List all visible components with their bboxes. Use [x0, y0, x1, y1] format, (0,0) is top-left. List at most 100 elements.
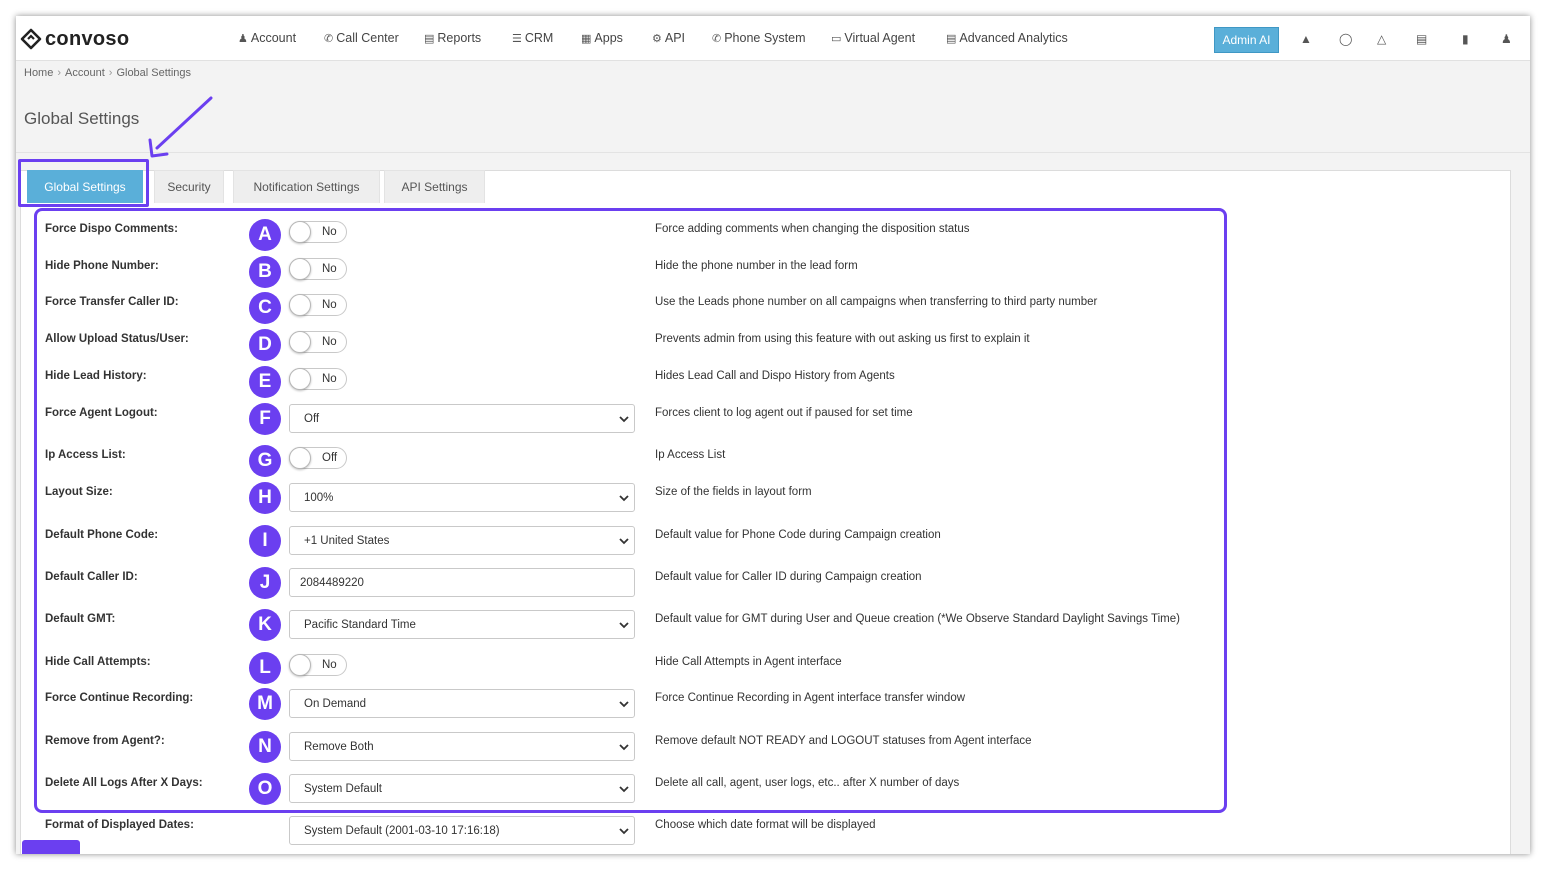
setting-select[interactable]: System Default (2001-03-10 17:16:18) [289, 816, 635, 845]
setting-label: Delete All Logs After X Days: [45, 777, 203, 789]
chevron-down-icon [619, 744, 629, 751]
nav-crm[interactable]: ☰ CRM [512, 31, 553, 45]
setting-toggle[interactable]: No [289, 368, 347, 390]
divider [16, 152, 1530, 153]
toggle-value: No [322, 373, 337, 385]
toggle-knob [289, 221, 311, 243]
setting-toggle[interactable]: No [289, 294, 347, 316]
select-value: On Demand [304, 698, 367, 710]
annotation-badge: A [249, 219, 281, 251]
setting-description: Hide the phone number in the lead form [655, 260, 858, 272]
setting-select[interactable]: On Demand [289, 689, 635, 718]
nav-api-label: API [664, 31, 686, 45]
setting-description: Hides Lead Call and Dispo History from A… [655, 370, 895, 382]
chevron-down-icon [619, 416, 629, 423]
messages-icon[interactable]: ▤ [1416, 32, 1427, 46]
annotation-badge: I [249, 525, 281, 557]
setting-label: Force Transfer Caller ID: [45, 296, 179, 308]
bell-icon[interactable]: ▲ [1300, 32, 1312, 46]
annotation-badge: G [249, 445, 281, 477]
setting-select[interactable]: +1 United States [289, 526, 635, 555]
annotation-badge: E [249, 366, 281, 398]
flask-icon[interactable]: △ [1377, 32, 1386, 46]
nav-crm-label: CRM [524, 31, 554, 45]
setting-label: Hide Phone Number: [45, 260, 159, 272]
select-value: System Default (2001-03-10 17:16:18) [304, 825, 500, 837]
setting-description: Forces client to log agent out if paused… [655, 407, 913, 419]
setting-select[interactable]: Pacific Standard Time [289, 610, 635, 639]
toggle-value: Off [322, 452, 338, 464]
setting-toggle[interactable]: Off [289, 447, 347, 469]
monitor-icon: ▭ [831, 33, 842, 45]
select-value: Remove Both [304, 741, 374, 753]
setting-toggle[interactable]: No [289, 258, 347, 280]
list-icon: ☰ [512, 33, 522, 45]
setting-label: Ip Access List: [45, 449, 126, 461]
corner-action-button[interactable] [22, 840, 80, 854]
convoso-logo[interactable]: convoso [20, 27, 129, 51]
chevron-down-icon [619, 538, 629, 545]
select-value: 100% [304, 492, 334, 504]
setting-select[interactable]: Off [289, 404, 635, 433]
setting-description: Hide Call Attempts in Agent interface [655, 656, 842, 668]
setting-select[interactable]: Remove Both [289, 732, 635, 761]
settings-panel [20, 170, 1511, 854]
annotation-badge: N [249, 731, 281, 763]
annotation-badge: H [249, 482, 281, 514]
nav-call-center[interactable]: ✆ Call Center [324, 31, 399, 45]
setting-toggle[interactable]: No [289, 331, 347, 353]
user-icon[interactable]: ♟ [1501, 32, 1512, 46]
annotation-badge: F [249, 403, 281, 435]
nav-advanced-analytics-label: Advanced Analytics [959, 31, 1068, 45]
setting-select[interactable]: 100% [289, 483, 635, 512]
convoso-logo-icon [20, 28, 42, 50]
setting-description: Default value for GMT during User and Qu… [655, 613, 1180, 625]
tab-highlight-box [18, 159, 149, 207]
select-value: Off [304, 413, 320, 425]
nav-phone-system[interactable]: ✆ Phone System [712, 31, 806, 45]
lightbulb-icon[interactable]: ◯ [1339, 32, 1352, 46]
setting-description: Choose which date format will be display… [655, 819, 876, 831]
nav-reports[interactable]: ▤ Reports [424, 31, 481, 45]
setting-description: Delete all call, agent, user logs, etc..… [655, 777, 960, 789]
nav-api[interactable]: ⚙ API [652, 31, 685, 45]
nav-account[interactable]: ♟ Account [238, 31, 296, 45]
nav-reports-label: Reports [437, 31, 482, 45]
setting-description: Use the Leads phone number on all campai… [655, 296, 1098, 308]
setting-toggle[interactable]: No [289, 221, 347, 243]
chevron-down-icon [619, 786, 629, 793]
nav-phone-system-label: Phone System [724, 31, 806, 45]
tab-notification-settings[interactable]: Notification Settings [233, 170, 380, 203]
breadcrumb-separator: › [57, 67, 62, 79]
gear-icon: ⚙ [652, 33, 662, 45]
phone-icon: ✆ [712, 33, 722, 45]
nav-call-center-label: Call Center [336, 31, 399, 45]
setting-toggle[interactable]: No [289, 654, 347, 676]
toggle-knob [289, 447, 311, 469]
toggle-value: No [322, 299, 337, 311]
logo-text: convoso [45, 27, 130, 50]
tab-api-settings[interactable]: API Settings [384, 170, 485, 203]
top-navbar: convoso ♟ Account ✆ Call Center ▤ Reports ☰… [16, 16, 1530, 61]
tab-security[interactable]: Security [154, 170, 224, 203]
chevron-down-icon [619, 828, 629, 835]
toggle-knob [289, 258, 311, 280]
setting-select[interactable]: System Default [289, 774, 635, 803]
clipboard-icon[interactable]: ▮ [1462, 32, 1469, 46]
nav-virtual-agent[interactable]: ▭ Virtual Agent [831, 31, 915, 45]
nav-apps-label: Apps [594, 31, 623, 45]
breadcrumb-home[interactable]: Home [24, 67, 53, 79]
annotation-badge: O [249, 773, 281, 805]
nav-account-label: Account [250, 31, 297, 45]
toggle-value: No [322, 226, 337, 238]
setting-label: Default GMT: [45, 613, 116, 625]
setting-description: Default value for Caller ID during Campa… [655, 571, 922, 583]
breadcrumb: Home › Account › Global Settings [24, 67, 191, 79]
setting-input[interactable]: 2084489220 [289, 568, 635, 597]
nav-apps[interactable]: ▦ Apps [581, 31, 623, 45]
breadcrumb-account[interactable]: Account [65, 67, 105, 79]
admin-ai-button[interactable]: Admin AI [1214, 27, 1279, 53]
setting-description: Remove default NOT READY and LOGOUT stat… [655, 735, 1032, 747]
nav-advanced-analytics[interactable]: ▤ Advanced Analytics [946, 31, 1068, 45]
toggle-knob [289, 368, 311, 390]
